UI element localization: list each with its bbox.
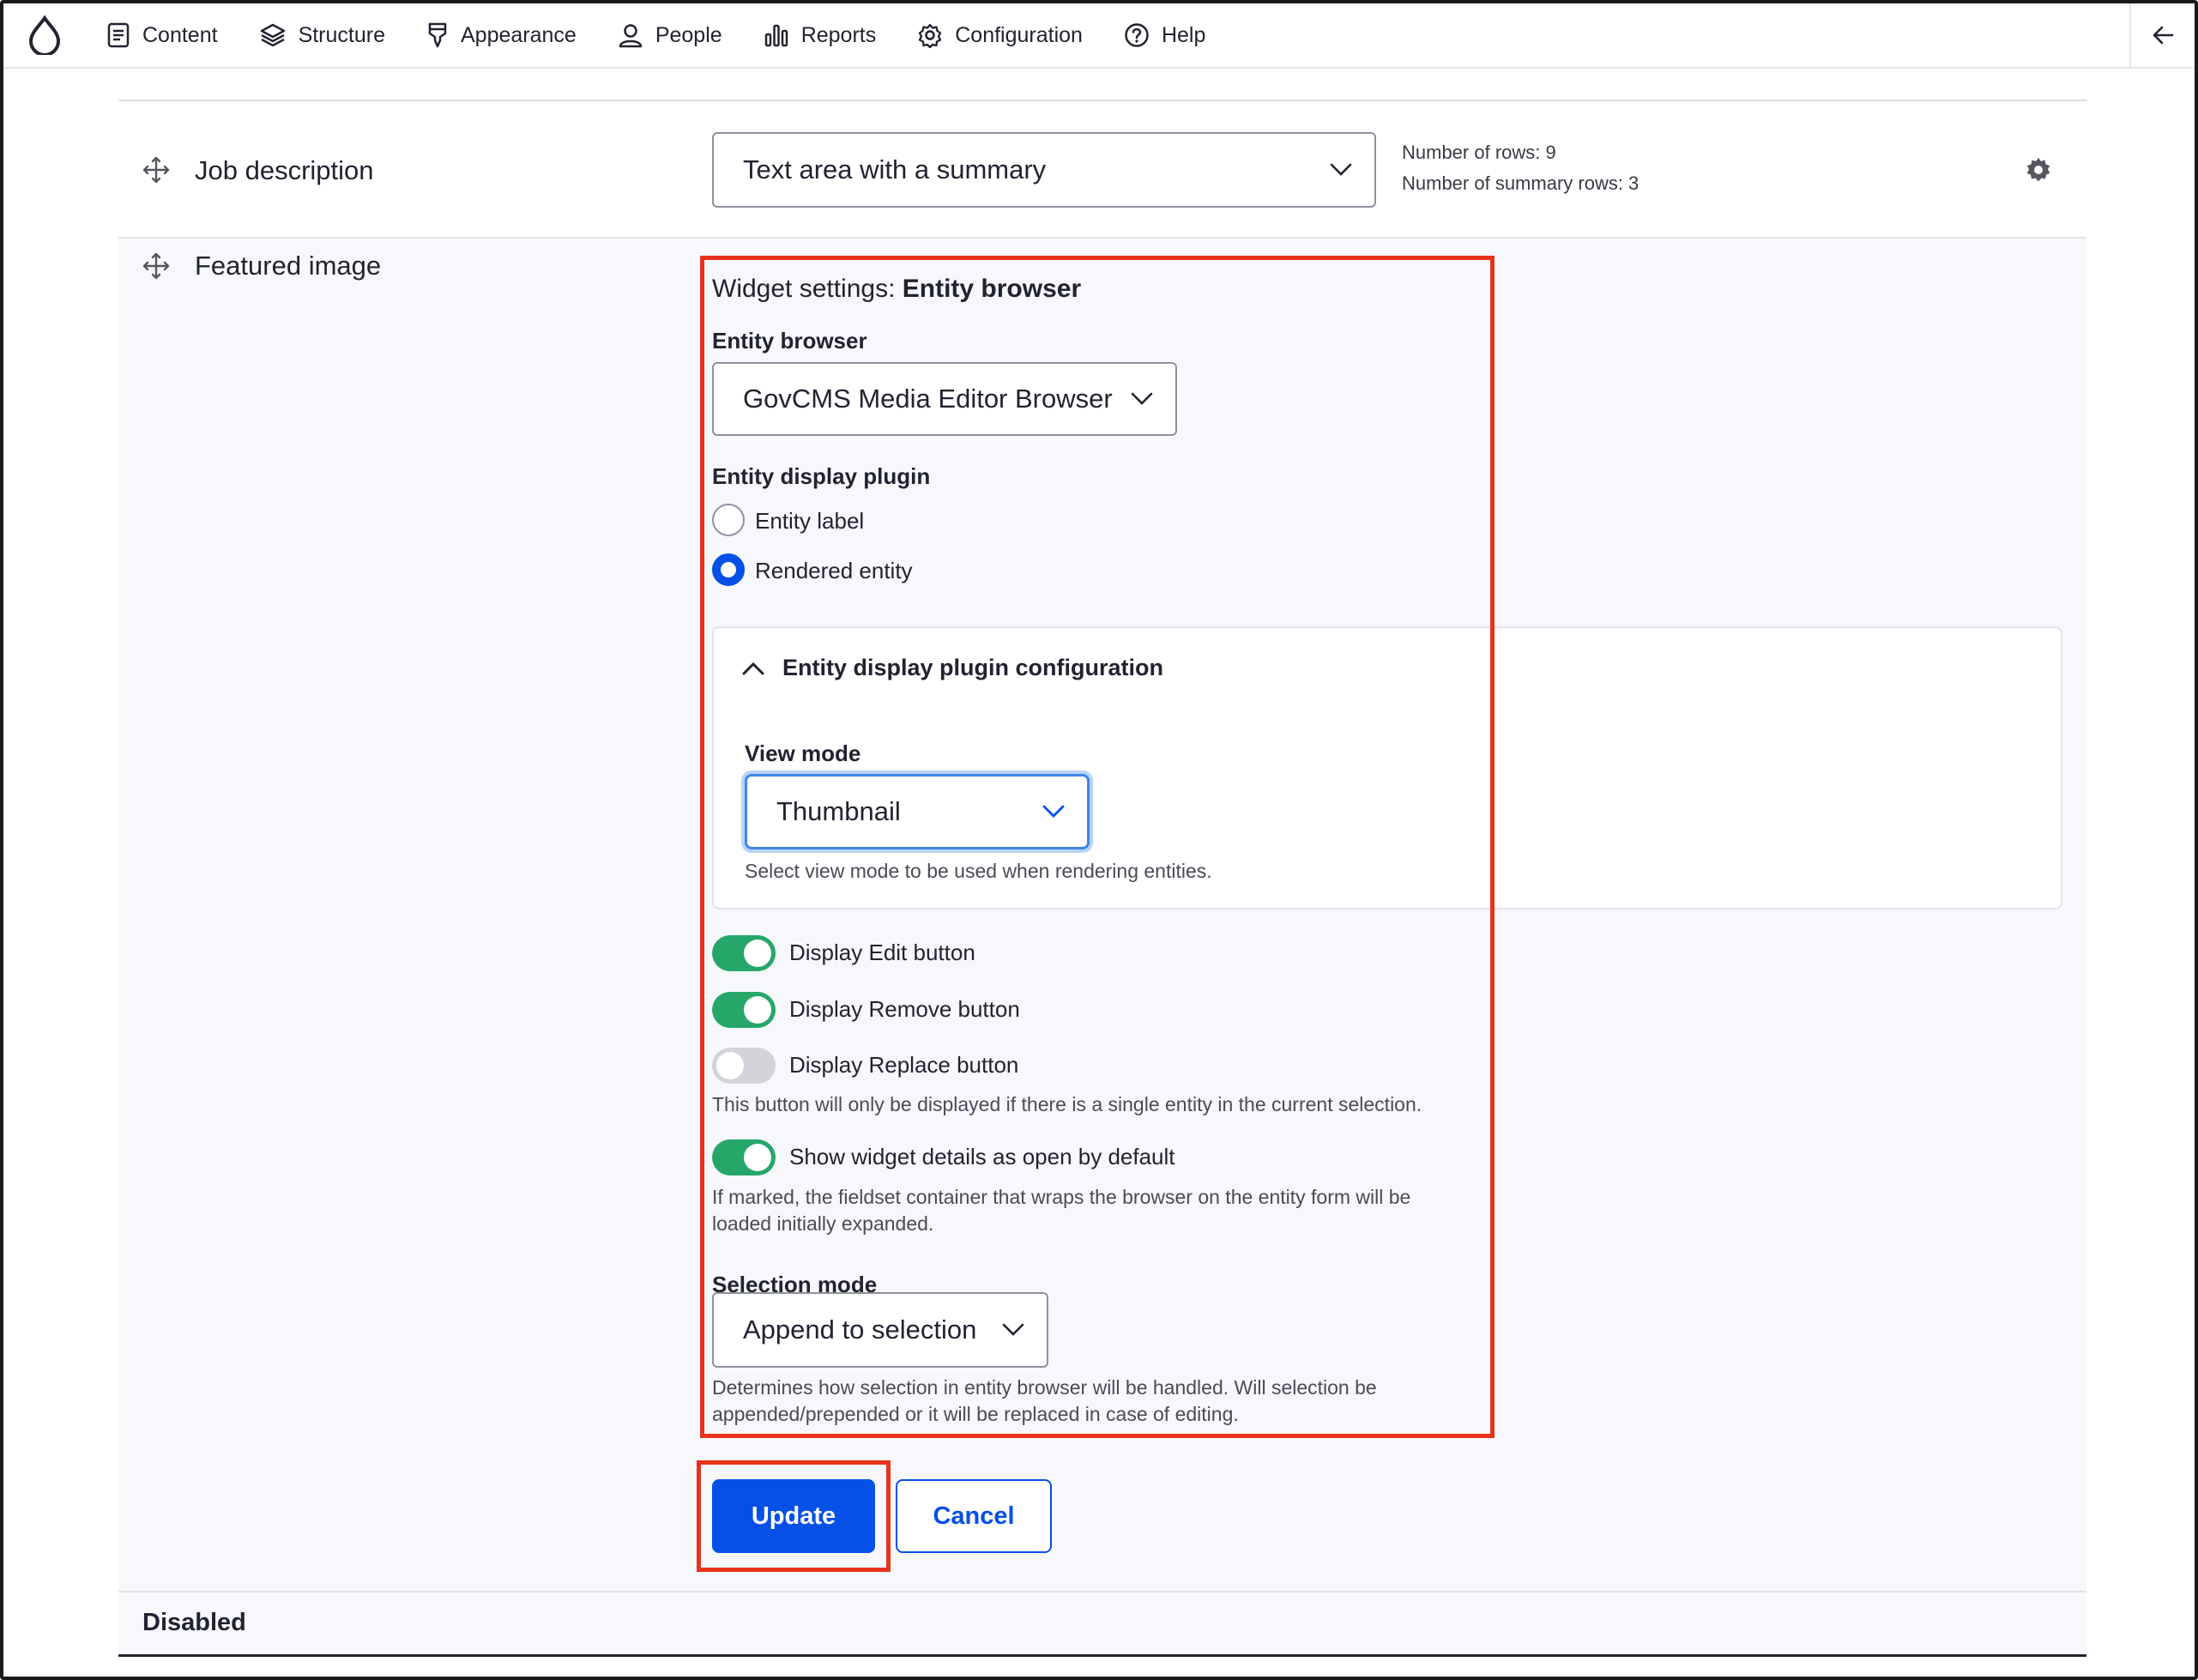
- reports-icon: [764, 24, 788, 47]
- disabled-section-title: Disabled: [142, 1609, 246, 1636]
- chevron-down-icon: [1330, 163, 1352, 176]
- nav-help-label: Help: [1161, 22, 1206, 47]
- help-icon: [1125, 23, 1149, 47]
- nav-appearance[interactable]: Appearance: [406, 3, 597, 68]
- gear-icon[interactable]: [2025, 156, 2052, 188]
- field-label-featured-image: Featured image: [195, 251, 382, 281]
- drupal-logo-icon[interactable]: [3, 3, 86, 68]
- nav-structure[interactable]: Structure: [239, 3, 406, 68]
- nav-configuration-label: Configuration: [955, 22, 1083, 47]
- highlight-update-button: [697, 1460, 891, 1572]
- nav-people[interactable]: People: [597, 3, 743, 68]
- divider: [118, 1591, 2086, 1592]
- highlight-widget-settings: [700, 256, 1495, 1438]
- job-description-widget-select[interactable]: Text area with a summary: [712, 132, 1376, 208]
- nav-people-label: People: [655, 22, 722, 47]
- nav-reports-label: Reports: [800, 22, 877, 47]
- nav-content-label: Content: [142, 22, 218, 47]
- job-description-summary-rows: Number of rows: 9: [1402, 142, 1556, 163]
- nav-structure-label: Structure: [298, 22, 385, 47]
- drag-handle-icon[interactable]: [141, 154, 172, 185]
- arrow-left-icon: [2153, 26, 2174, 45]
- nav-help[interactable]: Help: [1103, 3, 1226, 68]
- toolbar-collapse-button[interactable]: [2129, 3, 2195, 67]
- divider: [118, 1654, 2086, 1657]
- appearance-icon: [428, 22, 447, 48]
- nav-reports[interactable]: Reports: [743, 3, 897, 68]
- nav-appearance-label: Appearance: [461, 22, 577, 47]
- structure-icon: [260, 23, 285, 47]
- admin-toolbar: Content Structure Appearance People Repo…: [3, 3, 2195, 69]
- page-content: Job description Text area with a summary…: [79, 69, 2126, 1677]
- people-icon: [619, 24, 643, 48]
- drag-handle-icon[interactable]: [141, 251, 172, 281]
- cancel-button[interactable]: Cancel: [896, 1479, 1052, 1553]
- configuration-icon: [919, 23, 942, 48]
- browser-frame: Content Structure Appearance People Repo…: [0, 0, 2198, 1680]
- nav-configuration[interactable]: Configuration: [897, 3, 1103, 68]
- job-description-widget-value: Text area with a summary: [743, 154, 1047, 184]
- content-icon: [107, 22, 130, 48]
- field-label-job-description: Job description: [195, 155, 374, 185]
- job-description-summary-summary-rows: Number of summary rows: 3: [1402, 172, 1639, 194]
- nav-content[interactable]: Content: [86, 3, 239, 68]
